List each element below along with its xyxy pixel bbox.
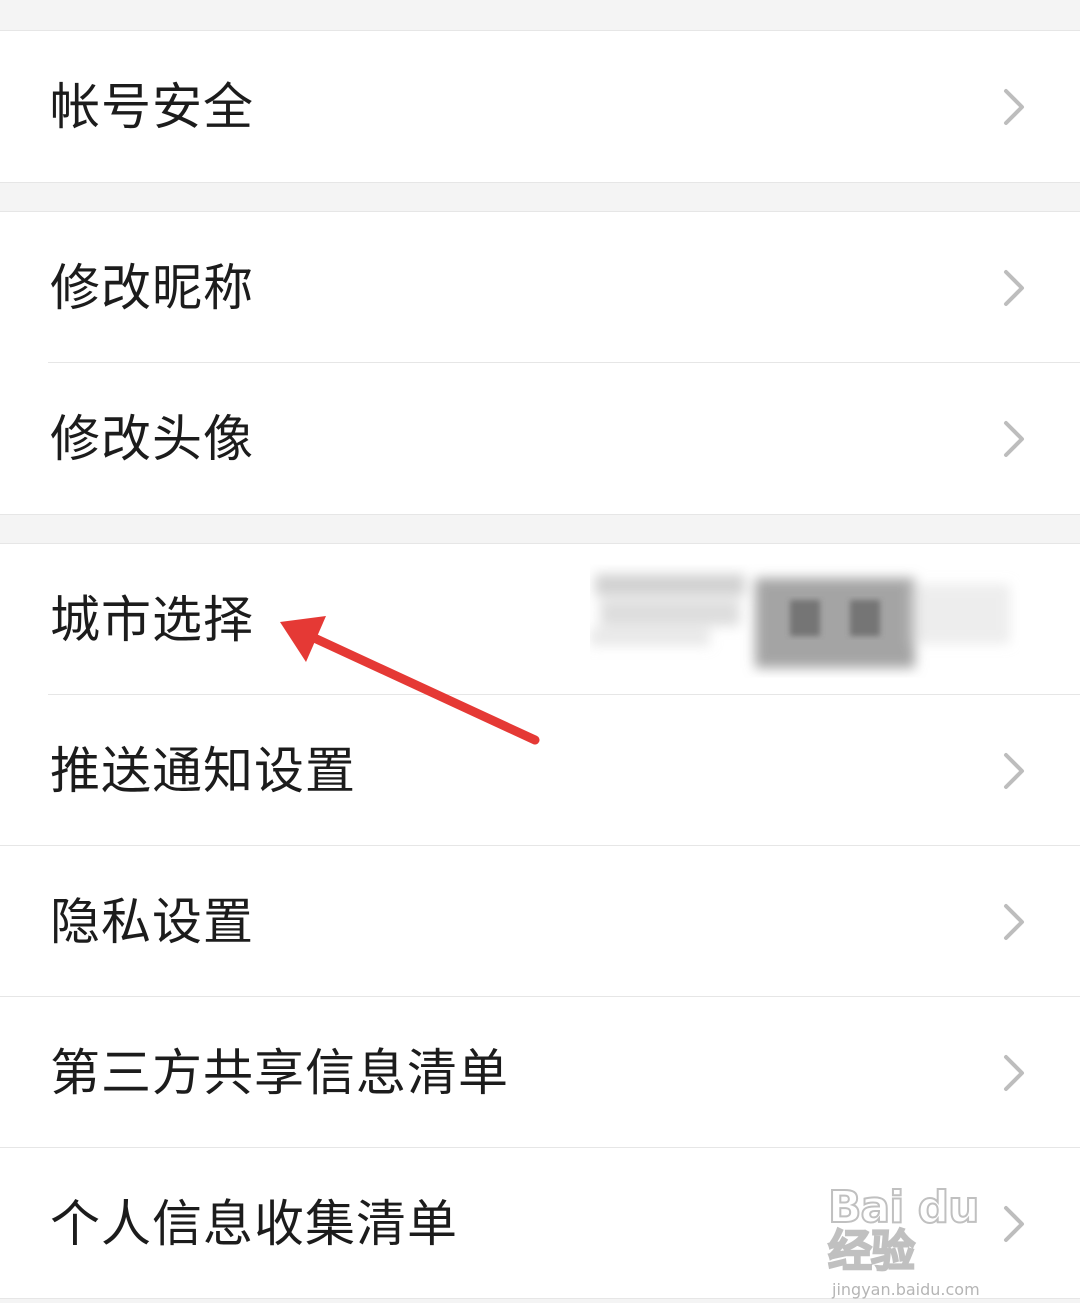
settings-item-label: 个人信息收集清单	[50, 1194, 458, 1253]
settings-item-label: 修改头像	[50, 409, 254, 468]
settings-item-third-party-sharing[interactable]: 第三方共享信息清单	[0, 997, 1080, 1148]
settings-item-push-notifications[interactable]: 推送通知设置	[0, 695, 1080, 846]
section-gap	[0, 514, 1080, 544]
settings-item-label: 推送通知设置	[50, 741, 356, 800]
settings-item-label: 城市选择	[50, 590, 254, 649]
settings-item-city-select[interactable]: 城市选择	[0, 544, 1080, 695]
chevron-right-icon	[1004, 88, 1024, 125]
settings-item-personal-info-collection[interactable]: 个人信息收集清单	[0, 1148, 1080, 1299]
chevron-right-icon	[1004, 1054, 1024, 1091]
settings-item-privacy[interactable]: 隐私设置	[0, 846, 1080, 997]
section-gap	[0, 182, 1080, 212]
chevron-right-icon	[1004, 903, 1024, 940]
settings-group-account: 帐号安全	[0, 31, 1080, 182]
settings-group-profile: 修改昵称 修改头像	[0, 212, 1080, 514]
settings-item-label: 第三方共享信息清单	[50, 1043, 509, 1102]
chevron-right-icon	[1004, 752, 1024, 789]
settings-page: 帐号安全 修改昵称 修改头像 城市选择 推送通知设置 隐私设置 第三方共享信息清…	[0, 0, 1080, 1299]
settings-item-edit-nickname[interactable]: 修改昵称	[0, 212, 1080, 363]
section-gap	[0, 0, 1080, 31]
settings-item-label: 帐号安全	[50, 77, 254, 136]
settings-item-label: 修改昵称	[50, 258, 254, 317]
chevron-right-icon	[1004, 420, 1024, 457]
settings-group-general: 城市选择 推送通知设置 隐私设置 第三方共享信息清单 个人信息收集清单	[0, 544, 1080, 1299]
settings-item-label: 隐私设置	[50, 892, 254, 951]
chevron-right-icon	[1004, 1205, 1024, 1242]
settings-item-account-security[interactable]: 帐号安全	[0, 31, 1080, 182]
settings-item-edit-avatar[interactable]: 修改头像	[0, 363, 1080, 514]
chevron-right-icon	[1004, 269, 1024, 306]
